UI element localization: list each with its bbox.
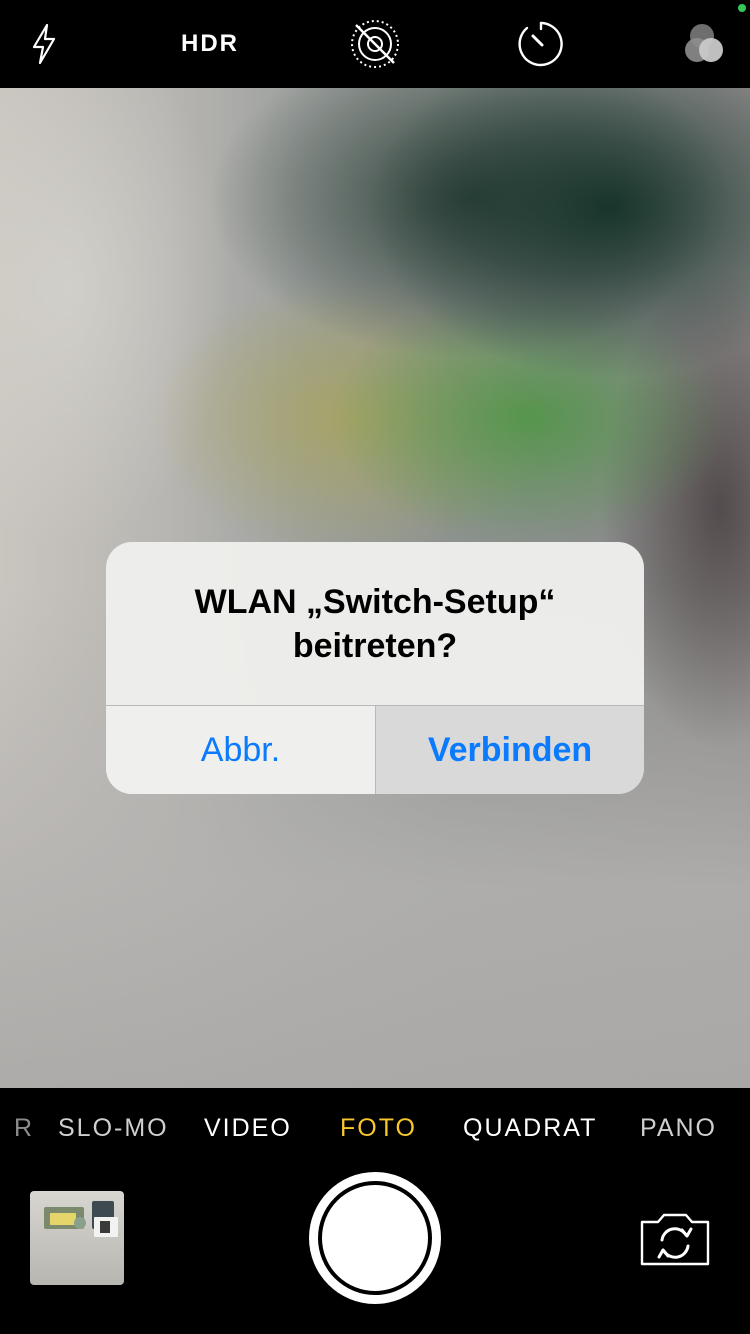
- flash-icon[interactable]: [18, 0, 70, 88]
- flip-camera-icon[interactable]: [638, 1210, 712, 1268]
- alert-title: WLAN „Switch-Setup“ beitreten?: [126, 580, 624, 668]
- live-photo-off-icon[interactable]: [342, 0, 408, 88]
- mode-quadrat[interactable]: QUADRAT: [463, 1114, 597, 1143]
- camera-in-use-indicator: [738, 4, 746, 12]
- alert-title-line-2: beitreten?: [292, 627, 458, 665]
- shutter-button[interactable]: [309, 1172, 441, 1304]
- camera-screen: HDR WLAN „Switch-Setup“ beitreten? Abbr.…: [0, 0, 750, 1334]
- filters-icon[interactable]: [676, 0, 736, 88]
- cancel-button[interactable]: Abbr.: [106, 706, 375, 794]
- mode-video[interactable]: VIDEO: [204, 1114, 292, 1143]
- timer-icon[interactable]: [508, 0, 574, 88]
- shutter-inner-ring: [318, 1181, 432, 1295]
- thumbnail-detail: [74, 1217, 86, 1229]
- last-photo-thumbnail[interactable]: [30, 1191, 124, 1285]
- thumbnail-detail: [50, 1213, 76, 1225]
- mode-slo-mo[interactable]: SLO-MO: [58, 1114, 169, 1143]
- mode-pano[interactable]: PANO: [640, 1114, 717, 1143]
- camera-top-bar: HDR: [0, 0, 750, 88]
- camera-bottom-panel: R SLO-MO VIDEO FOTO QUADRAT PANO: [0, 1088, 750, 1334]
- alert-title-line-1: WLAN „Switch-Setup“: [194, 583, 556, 621]
- mode-foto[interactable]: FOTO: [340, 1114, 417, 1143]
- connect-button[interactable]: Verbinden: [376, 706, 644, 794]
- hdr-toggle[interactable]: HDR: [170, 0, 250, 88]
- mode-partial-left[interactable]: R: [14, 1114, 34, 1143]
- thumbnail-detail: [100, 1221, 110, 1233]
- wifi-join-alert: WLAN „Switch-Setup“ beitreten? Abbr. Ver…: [106, 542, 644, 794]
